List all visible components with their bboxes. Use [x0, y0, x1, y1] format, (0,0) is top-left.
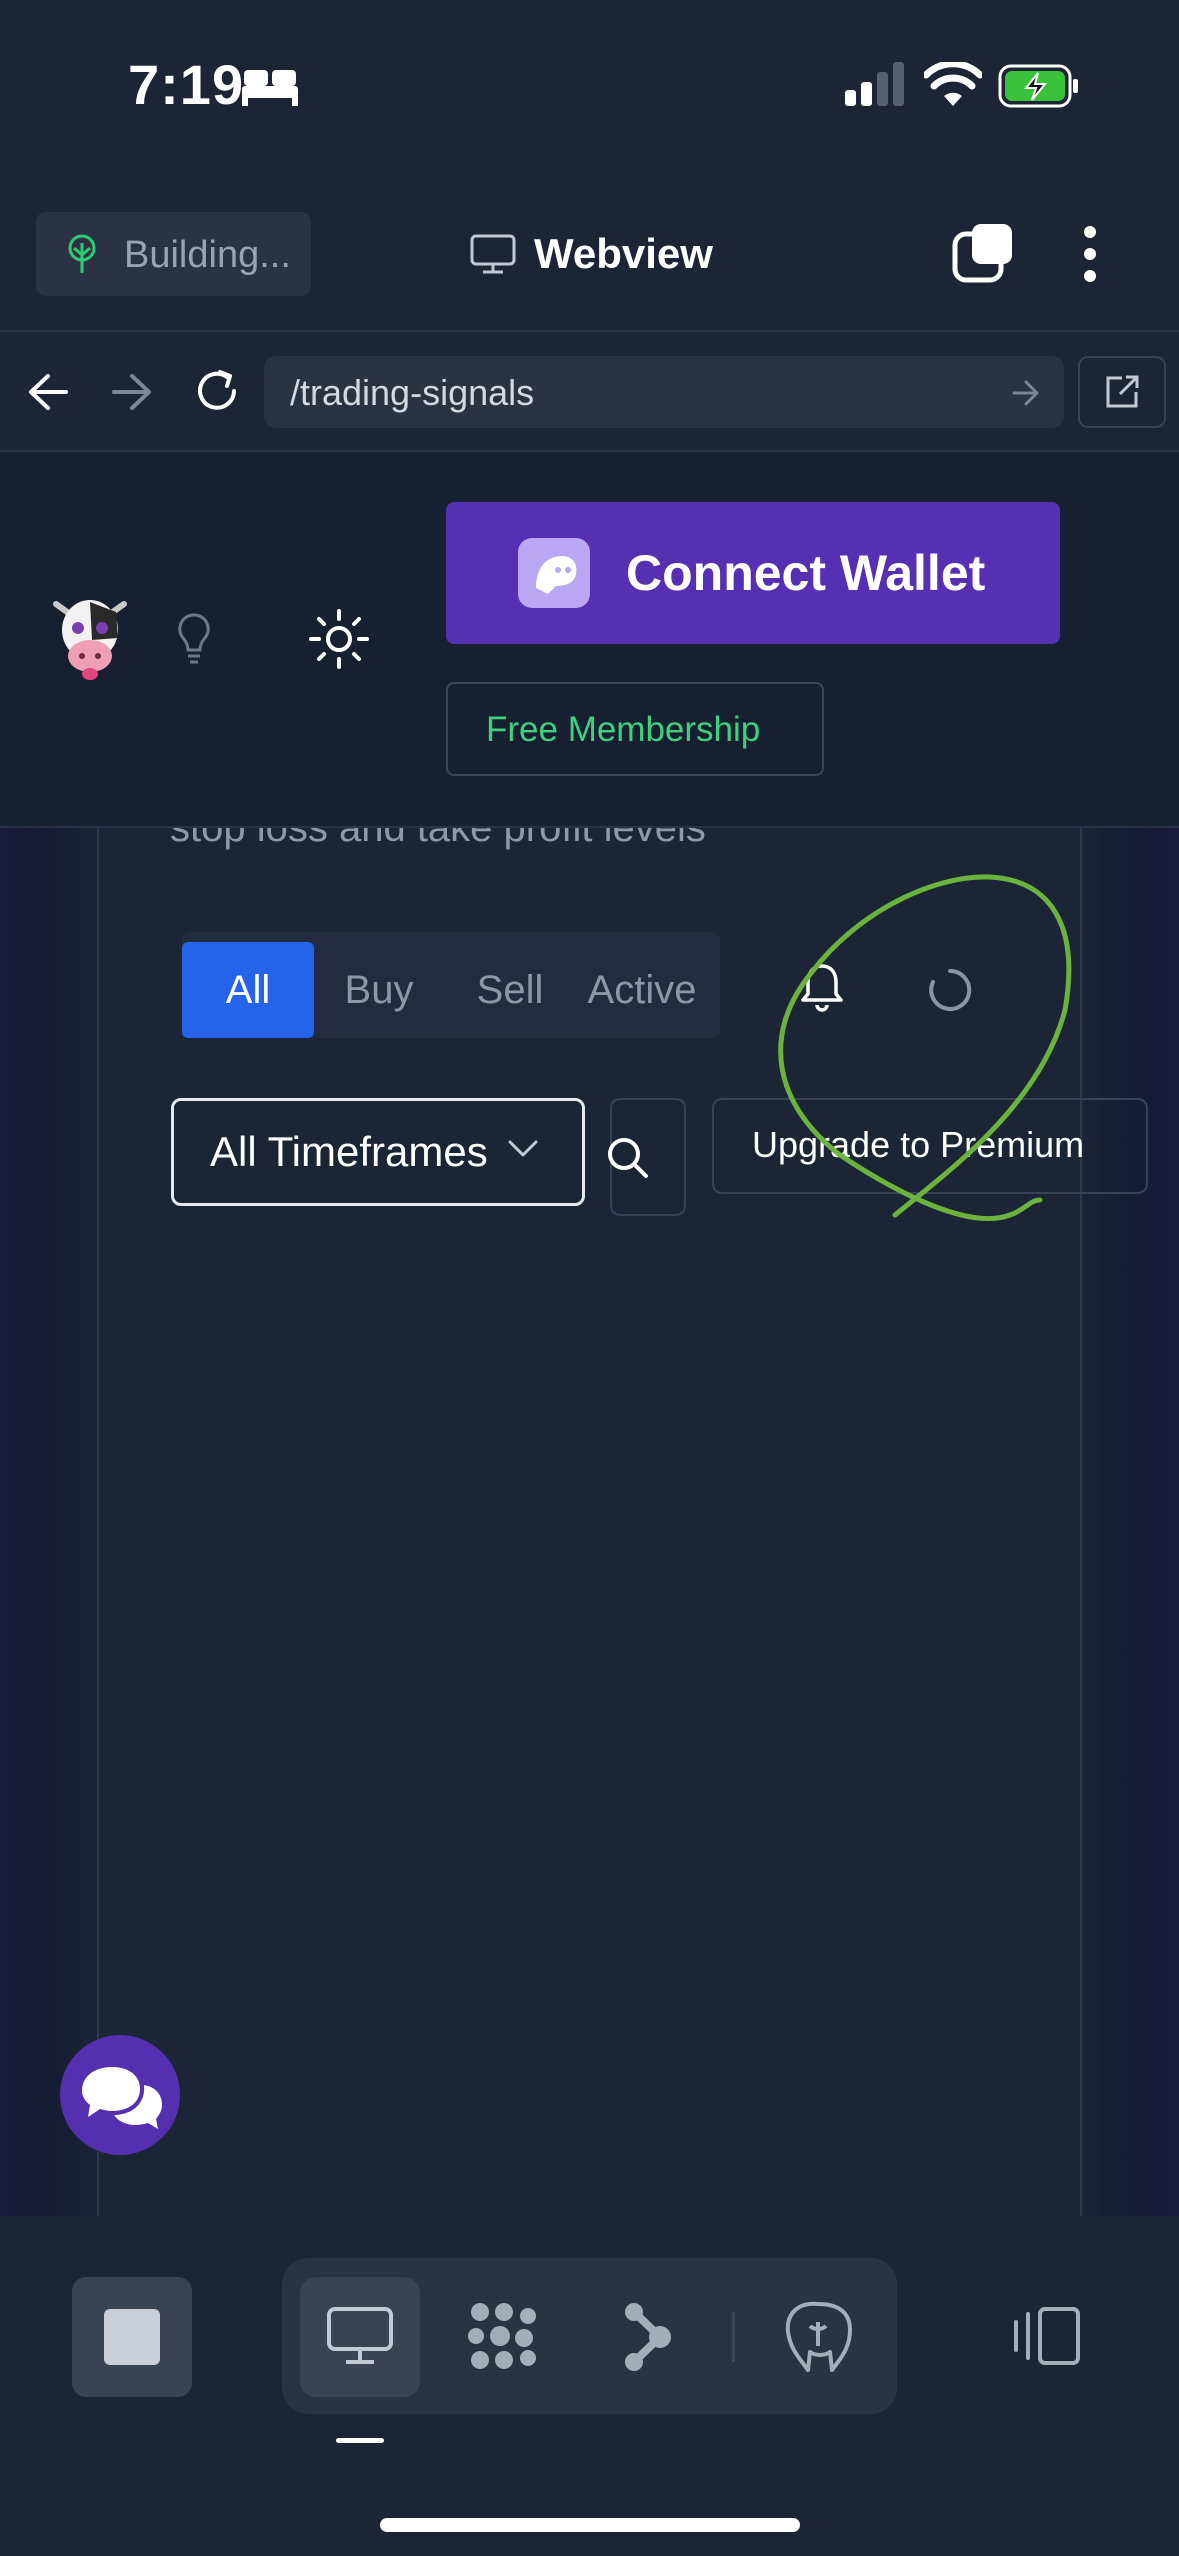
grid-dots-icon[interactable] — [466, 2300, 542, 2372]
cow-logo-icon[interactable] — [52, 590, 128, 686]
free-membership-label: Free Membership — [486, 710, 761, 749]
tab-buy[interactable]: Buy — [322, 942, 436, 1038]
sidebar-toggle-icon[interactable] — [1010, 2306, 1082, 2366]
back-icon[interactable] — [28, 374, 68, 410]
url-text: /trading-signals — [290, 372, 535, 413]
dock-active-indicator — [336, 2438, 384, 2443]
timeframe-selected-label: All Timeframes — [210, 1128, 488, 1175]
annotation-circle — [778, 874, 1072, 1221]
open-external-icon — [1106, 375, 1139, 408]
chat-icon — [82, 2067, 162, 2129]
home-indicator[interactable] — [380, 2518, 800, 2532]
cellular-signal-icon — [845, 62, 904, 106]
bed-icon — [242, 70, 298, 106]
share-nodes-icon[interactable] — [620, 2302, 674, 2372]
tree-icon — [68, 234, 96, 273]
more-vertical-icon[interactable] — [1080, 224, 1100, 284]
tab-sell[interactable]: Sell — [458, 942, 562, 1038]
tab-active[interactable]: Active — [574, 942, 710, 1038]
tabs-icon[interactable] — [950, 222, 1014, 284]
status-time: 7:19 — [128, 53, 245, 116]
webview-title: Webview — [534, 230, 713, 277]
header-divider — [0, 826, 1179, 828]
build-status-label: Building... — [124, 234, 291, 276]
search-icon — [608, 1138, 648, 1178]
lightbulb-icon[interactable] — [176, 612, 212, 666]
go-arrow-icon[interactable] — [1012, 380, 1040, 406]
postgres-elephant-icon[interactable] — [780, 2296, 856, 2376]
stop-icon — [104, 2309, 160, 2365]
tab-all[interactable]: All — [182, 942, 314, 1038]
battery-charging-icon — [998, 64, 1078, 108]
reload-icon[interactable] — [194, 368, 240, 414]
sun-icon[interactable] — [308, 608, 370, 670]
forward-icon[interactable] — [112, 374, 152, 410]
connect-wallet-label: Connect Wallet — [626, 545, 986, 601]
wifi-icon — [924, 62, 982, 106]
dock-separator — [732, 2312, 735, 2362]
monitor-icon — [327, 2307, 393, 2364]
ghost-wallet-icon — [518, 538, 590, 608]
monitor-icon — [470, 234, 516, 274]
chat-button[interactable] — [60, 2035, 180, 2155]
chevron-down-icon — [508, 1140, 538, 1157]
